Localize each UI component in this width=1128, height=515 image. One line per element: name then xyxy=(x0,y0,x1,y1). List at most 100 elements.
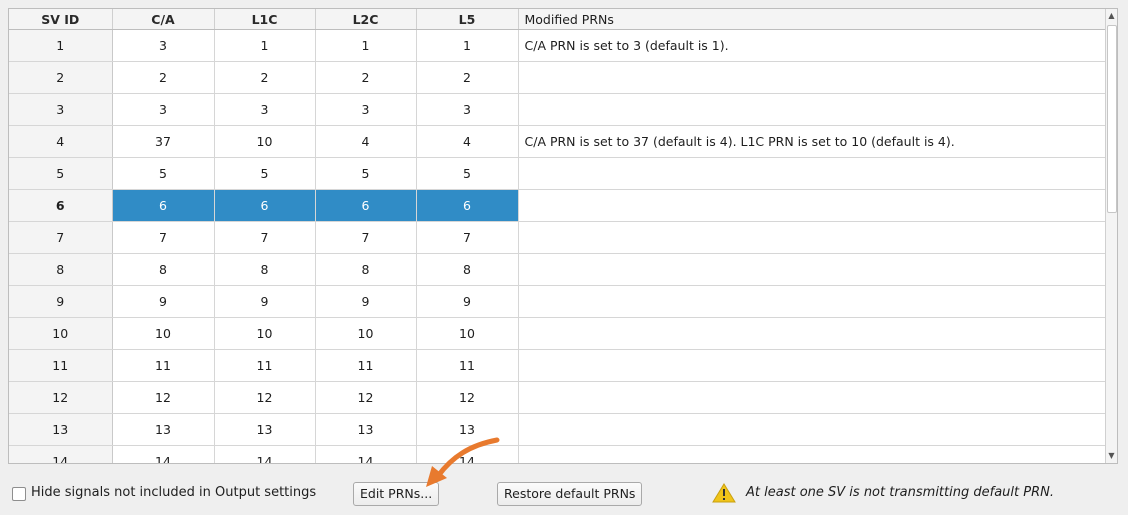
cell-ca[interactable]: 3 xyxy=(112,93,215,126)
cell-l1c[interactable]: 12 xyxy=(214,381,316,414)
cell-l1c[interactable]: 8 xyxy=(214,253,316,286)
cell-l2c[interactable]: 12 xyxy=(315,381,417,414)
cell-l1c[interactable]: 6 xyxy=(214,189,316,222)
cell-modified-prns[interactable] xyxy=(518,413,1105,446)
cell-l5[interactable]: 11 xyxy=(416,349,519,382)
cell-l2c[interactable]: 14 xyxy=(315,445,417,463)
table-row[interactable]: 88888 xyxy=(9,253,1105,286)
cell-sv-id[interactable]: 14 xyxy=(9,445,113,463)
table-row[interactable]: 13 13 13 13 13 xyxy=(9,413,1105,446)
cell-l2c[interactable]: 11 xyxy=(315,349,417,382)
table-row[interactable]: 1 3 1 1 1 C/A PRN is set to 3 (default is 1). xyxy=(9,29,1105,62)
cell-ca[interactable]: 2 xyxy=(112,61,215,94)
cell-l1c[interactable]: 9 xyxy=(214,285,316,318)
cell-sv-id[interactable]: 9 xyxy=(9,285,113,318)
cell-l2c[interactable]: 10 xyxy=(315,317,417,350)
cell-ca[interactable]: 13 xyxy=(112,413,215,446)
cell-l5[interactable]: 3 xyxy=(416,93,519,126)
cell-l1c[interactable]: 7 xyxy=(214,221,316,254)
cell-sv-id[interactable]: 1 xyxy=(9,29,113,62)
cell-l1c[interactable]: 13 xyxy=(214,413,316,446)
chevron-down-icon[interactable]: ▼ xyxy=(1106,449,1117,463)
cell-l5[interactable]: 9 xyxy=(416,285,519,318)
cell-modified-prns[interactable] xyxy=(518,381,1105,414)
cell-sv-id[interactable]: 10 xyxy=(9,317,113,350)
cell-ca[interactable]: 8 xyxy=(112,253,215,286)
cell-modified-prns[interactable]: C/A PRN is set to 37 (default is 4). L1C… xyxy=(518,125,1105,158)
cell-sv-id[interactable]: 2 xyxy=(9,61,113,94)
cell-modified-prns[interactable] xyxy=(518,93,1105,126)
table-row[interactable]: 12 12 12 12 12 xyxy=(9,381,1105,414)
cell-l1c[interactable]: 10 xyxy=(214,125,316,158)
cell-sv-id[interactable]: 8 xyxy=(9,253,113,286)
cell-ca[interactable]: 5 xyxy=(112,157,215,190)
cell-l5[interactable]: 1 xyxy=(416,29,519,62)
cell-l1c[interactable]: 5 xyxy=(214,157,316,190)
scrollbar-thumb[interactable] xyxy=(1107,25,1117,213)
column-header-ca[interactable]: C/A xyxy=(112,9,215,30)
table-row[interactable]: 4 37 10 4 4 C/A PRN is set to 37 (default is … xyxy=(9,125,1105,158)
cell-l2c[interactable]: 4 xyxy=(315,125,417,158)
cell-l2c[interactable]: 8 xyxy=(315,253,417,286)
cell-l1c[interactable]: 14 xyxy=(214,445,316,463)
cell-sv-id[interactable]: 6 xyxy=(9,189,113,222)
cell-ca[interactable]: 3 xyxy=(112,29,215,62)
cell-modified-prns[interactable] xyxy=(518,349,1105,382)
cell-ca[interactable]: 6 xyxy=(112,189,215,222)
cell-ca[interactable]: 11 xyxy=(112,349,215,382)
hide-signals-label[interactable]: Hide signals not included in Output sett… xyxy=(31,485,316,500)
cell-l2c[interactable]: 9 xyxy=(315,285,417,318)
cell-l1c[interactable]: 3 xyxy=(214,93,316,126)
cell-l1c[interactable]: 11 xyxy=(214,349,316,382)
column-header-l5[interactable]: L5 xyxy=(416,9,519,30)
cell-l2c[interactable]: 6 xyxy=(315,189,417,222)
cell-sv-id[interactable]: 4 xyxy=(9,125,113,158)
cell-sv-id[interactable]: 7 xyxy=(9,221,113,254)
cell-l2c[interactable]: 1 xyxy=(315,29,417,62)
cell-l5[interactable]: 10 xyxy=(416,317,519,350)
column-header-sv-id[interactable]: SV ID xyxy=(9,9,113,30)
cell-l5[interactable]: 5 xyxy=(416,157,519,190)
cell-l5[interactable]: 4 xyxy=(416,125,519,158)
prn-table[interactable]: SV ID C/A L1C L2C L5 Modified PRNs 13111… xyxy=(8,8,1118,464)
chevron-up-icon[interactable]: ▲ xyxy=(1106,9,1117,23)
column-header-l2c[interactable]: L2C xyxy=(315,9,417,30)
column-header-modified-prns[interactable]: Modified PRNs xyxy=(518,9,1106,30)
cell-modified-prns[interactable] xyxy=(518,285,1105,318)
cell-sv-id[interactable]: 13 xyxy=(9,413,113,446)
cell-l2c[interactable]: 2 xyxy=(315,61,417,94)
vertical-scrollbar[interactable]: ▲ ▼ xyxy=(1105,9,1117,463)
table-row[interactable]: 55555 xyxy=(9,157,1105,190)
cell-modified-prns[interactable] xyxy=(518,221,1105,254)
cell-ca[interactable]: 9 xyxy=(112,285,215,318)
cell-l5[interactable]: 8 xyxy=(416,253,519,286)
restore-default-prns-button[interactable]: Restore default PRNs xyxy=(497,482,643,506)
table-row[interactable]: 99999 xyxy=(9,285,1105,318)
cell-l2c[interactable]: 3 xyxy=(315,93,417,126)
cell-ca[interactable]: 10 xyxy=(112,317,215,350)
cell-sv-id[interactable]: 11 xyxy=(9,349,113,382)
cell-l2c[interactable]: 5 xyxy=(315,157,417,190)
cell-l2c[interactable]: 13 xyxy=(315,413,417,446)
cell-modified-prns[interactable] xyxy=(518,189,1105,222)
edit-prns-button[interactable]: Edit PRNs... xyxy=(353,482,440,506)
cell-l5[interactable]: 12 xyxy=(416,381,519,414)
cell-ca[interactable]: 37 xyxy=(112,125,215,158)
cell-l5[interactable]: 14 xyxy=(416,445,519,463)
cell-modified-prns[interactable] xyxy=(518,317,1105,350)
cell-l5[interactable]: 6 xyxy=(416,189,519,222)
column-header-l1c[interactable]: L1C xyxy=(214,9,316,30)
cell-ca[interactable]: 7 xyxy=(112,221,215,254)
cell-sv-id[interactable]: 5 xyxy=(9,157,113,190)
table-row[interactable]: 66666 xyxy=(9,189,1105,222)
table-row[interactable]: 22222 xyxy=(9,61,1105,94)
cell-modified-prns[interactable] xyxy=(518,157,1105,190)
cell-l1c[interactable]: 10 xyxy=(214,317,316,350)
cell-l1c[interactable]: 1 xyxy=(214,29,316,62)
cell-modified-prns[interactable] xyxy=(518,61,1105,94)
cell-l5[interactable]: 2 xyxy=(416,61,519,94)
table-row[interactable]: 11 11 11 11 11 xyxy=(9,349,1105,382)
table-row[interactable]: 10 10 10 10 10 xyxy=(9,317,1105,350)
table-row[interactable]: 33333 xyxy=(9,93,1105,126)
cell-sv-id[interactable]: 3 xyxy=(9,93,113,126)
